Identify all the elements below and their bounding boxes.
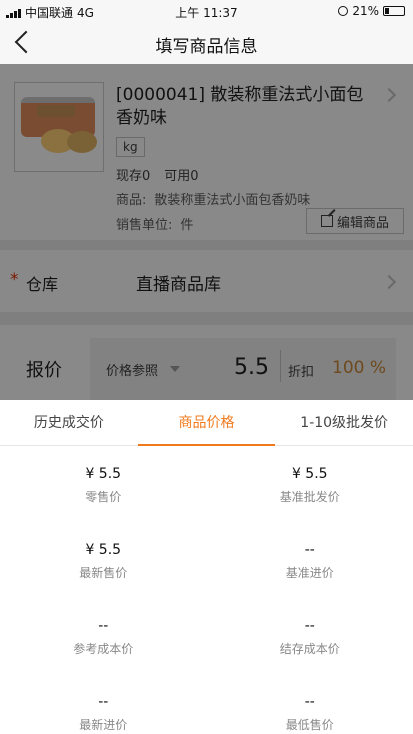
price-reference-dropdown[interactable]: 价格参照 [106, 360, 158, 379]
goods-label: 商品: [116, 193, 147, 208]
edit-icon [320, 215, 333, 227]
tab-product-price[interactable]: 商品价格 [137, 400, 276, 446]
available-label: 可用0 [164, 169, 199, 184]
required-mark: * [10, 270, 19, 290]
dropdown-arrow-icon[interactable] [170, 366, 180, 372]
edit-product-label: 编辑商品 [336, 215, 389, 231]
price-label: 最新售价 [79, 566, 128, 580]
discount-label: 折扣 [288, 365, 315, 380]
goods-name-row: 商品: 散装称重法式小面包香奶味 [116, 189, 310, 208]
price-grid: ¥ 5.5 零售价 ¥ 5.5 基准批发价 ¥ 5.5 最新售价 -- 基准进价… [0, 446, 413, 734]
price-label: 结存成本价 [279, 642, 340, 656]
price-item-stock-cost[interactable]: -- 结存成本价 [207, 598, 413, 674]
price-item-min-sale[interactable]: -- 最低售价 [207, 674, 413, 734]
battery-fill [385, 8, 389, 14]
battery-icon [383, 6, 405, 16]
price-value: -- [98, 694, 109, 710]
price-label: 最低售价 [285, 718, 334, 732]
product-image [14, 82, 104, 172]
price-value: ¥ 5.5 [85, 542, 122, 558]
price-item-base-wholesale[interactable]: ¥ 5.5 基准批发价 [207, 446, 413, 522]
navigation-bar: 填写商品信息 [0, 22, 413, 64]
package-label-graphic [37, 105, 75, 117]
stock-info: 现存0 可用0 [116, 165, 199, 184]
price-item-latest-purchase[interactable]: -- 最新进价 [0, 674, 207, 734]
status-bar: 中国联通 4G 上午 11:37 21% [0, 0, 413, 22]
warehouse-label: 仓库 [26, 275, 59, 294]
unit-tag: kg [116, 137, 145, 157]
warehouse-value: 直播商品库 [136, 275, 221, 295]
price-label: 参考成本价 [73, 642, 134, 656]
price-label: 最新进价 [79, 718, 128, 732]
sheet-tabs: 历史成交价 商品价格 1-10级批发价 [0, 400, 413, 446]
price-label: 零售价 [85, 490, 122, 504]
price-value: -- [304, 542, 315, 558]
page-title: 填写商品信息 [155, 37, 258, 57]
price-item-reference-cost[interactable]: -- 参考成本价 [0, 598, 207, 674]
price-input[interactable]: 5.5 [234, 355, 269, 380]
price-item-latest-sale[interactable]: ¥ 5.5 最新售价 [0, 522, 207, 598]
price-value: ¥ 5.5 [291, 466, 328, 482]
price-value: -- [98, 618, 109, 634]
sale-unit-row: 销售单位: 件 [116, 214, 193, 233]
price-label: 基准进价 [285, 566, 334, 580]
price-reference-sheet: 历史成交价 商品价格 1-10级批发价 ¥ 5.5 零售价 ¥ 5.5 基准批发… [0, 400, 413, 734]
price-item-retail[interactable]: ¥ 5.5 零售价 [0, 446, 207, 522]
price-value: ¥ 5.5 [85, 466, 122, 482]
price-value: -- [304, 618, 315, 634]
price-item-base-purchase[interactable]: -- 基准进价 [207, 522, 413, 598]
bread-roll-graphic [67, 131, 97, 153]
tab-history-price[interactable]: 历史成交价 [0, 400, 138, 445]
goods-value: 散装称重法式小面包香奶味 [154, 193, 311, 208]
price-label: 基准批发价 [279, 490, 340, 504]
discount-input[interactable]: 100 % [332, 358, 386, 378]
tab-wholesale-price[interactable]: 1-10级批发价 [275, 400, 413, 445]
rotation-lock-icon [338, 6, 349, 16]
sale-unit-value: 件 [180, 218, 194, 233]
product-title: [0000041] 散装称重法式小面包香奶味 [116, 85, 364, 128]
sale-unit-label: 销售单位: [116, 218, 173, 233]
price-value: -- [304, 694, 315, 710]
battery-percent: 21% [352, 4, 379, 18]
price-label: 报价 [26, 360, 62, 381]
divider [280, 350, 281, 382]
stock-label: 现存0 [116, 169, 151, 184]
edit-product-button[interactable]: 编辑商品 [306, 208, 404, 234]
